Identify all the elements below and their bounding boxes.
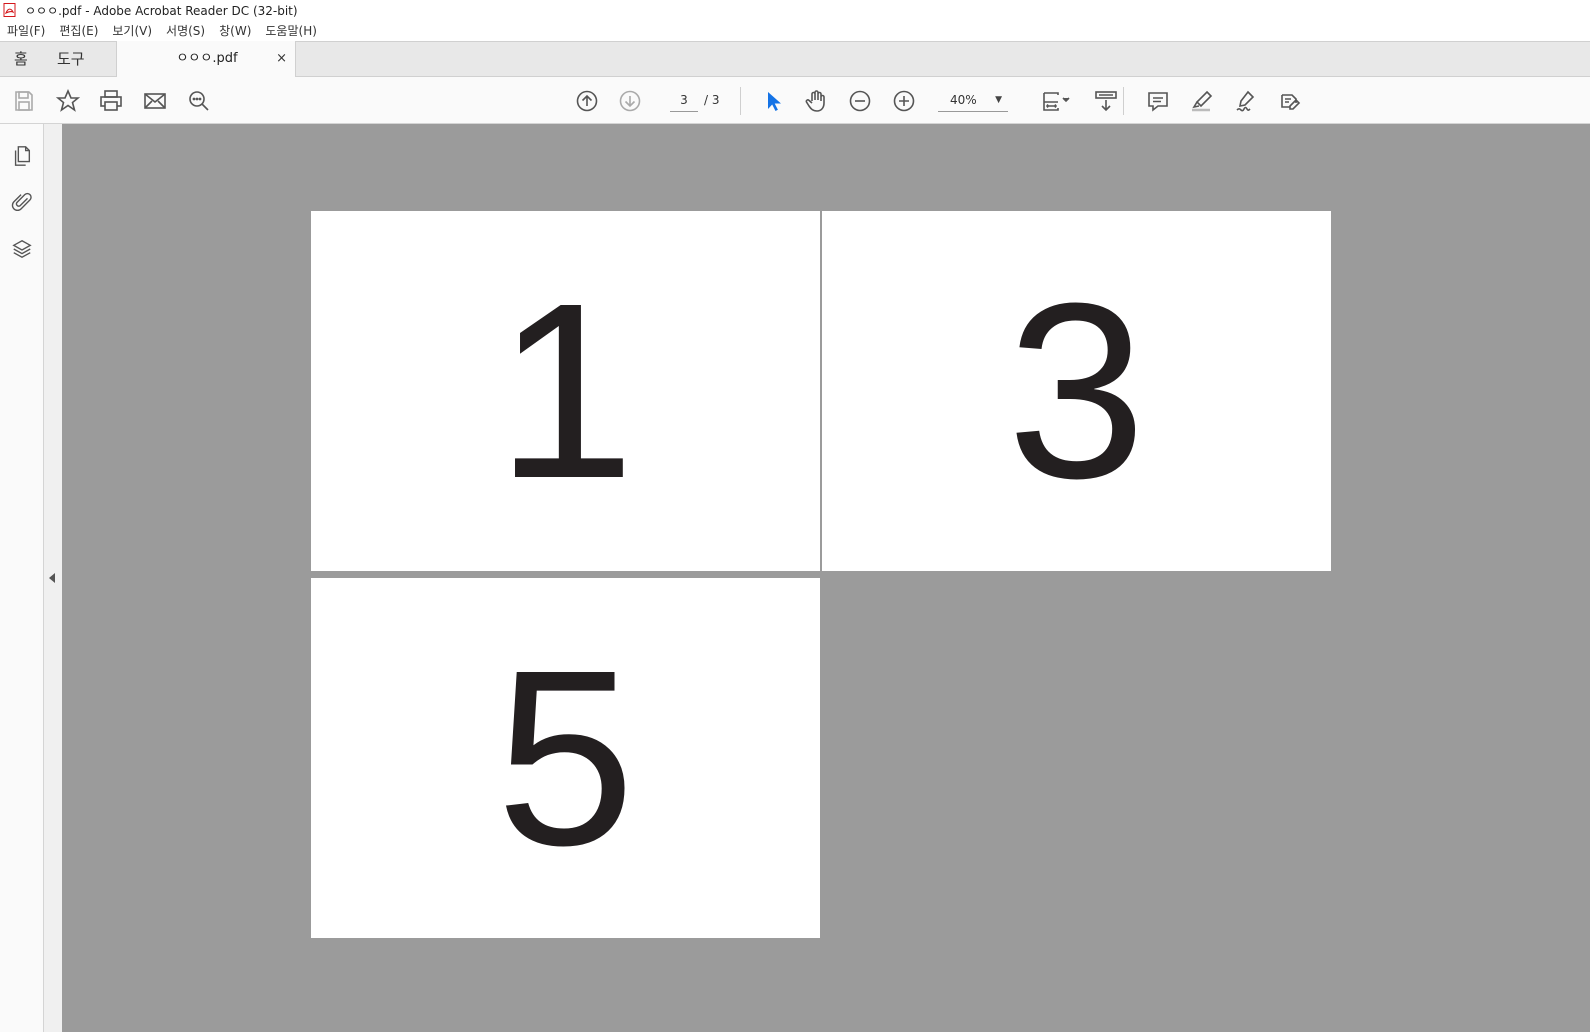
pane-splitter[interactable] xyxy=(44,124,62,1032)
print-button[interactable] xyxy=(97,87,125,115)
zoom-in-button[interactable] xyxy=(890,87,918,115)
sign-button[interactable] xyxy=(1232,87,1260,115)
menu-file[interactable]: 파일(F) xyxy=(0,22,52,39)
page-content-number: 3 xyxy=(1006,251,1147,530)
page-content-number: 5 xyxy=(495,618,636,897)
zoom-level-value: 40% xyxy=(950,93,977,107)
navigation-pane xyxy=(0,124,44,1032)
page-up-icon xyxy=(576,90,598,112)
scroll-mode-button[interactable] xyxy=(1092,87,1120,115)
tab-document[interactable]: ㅇㅇㅇ.pdf × xyxy=(116,41,296,77)
pages-thumbnails-icon xyxy=(14,146,31,166)
highlight-icon xyxy=(1192,90,1213,112)
previous-page-button[interactable] xyxy=(573,87,601,115)
toolbar: 3 / 3 40% ▼ xyxy=(0,77,1590,124)
print-icon xyxy=(100,90,122,111)
close-tab-button[interactable]: × xyxy=(276,41,287,77)
hand-icon xyxy=(805,90,825,112)
pdf-page: 1 xyxy=(311,211,820,571)
edit-fill-icon xyxy=(1281,94,1301,110)
pdf-page: 3 xyxy=(822,211,1331,571)
document-tab-label: ㅇㅇㅇ.pdf xyxy=(176,51,238,66)
bookmark-button[interactable] xyxy=(54,87,82,115)
title-bar: ㅇㅇㅇ.pdf - Adobe Acrobat Reader DC (32-bi… xyxy=(0,0,1590,20)
chevron-down-icon: ▼ xyxy=(995,95,1002,105)
page-number-input[interactable]: 3 xyxy=(670,88,698,112)
menu-bar: 파일(F) 편집(E) 보기(V) 서명(S) 창(W) 도움말(H) xyxy=(0,20,1590,41)
menu-sign[interactable]: 서명(S) xyxy=(159,22,212,39)
window-title: ㅇㅇㅇ.pdf - Adobe Acrobat Reader DC (32-bi… xyxy=(25,3,298,18)
collapse-pane-icon[interactable] xyxy=(49,573,55,583)
zoom-out-icon xyxy=(849,90,871,112)
fit-page-icon xyxy=(1043,92,1070,111)
save-icon xyxy=(15,91,33,111)
toolbar-divider xyxy=(1123,87,1124,115)
zoom-in-icon xyxy=(893,90,915,112)
page-content-number: 1 xyxy=(495,251,636,530)
email-button[interactable] xyxy=(141,87,169,115)
toolbar-divider xyxy=(740,87,741,115)
zoom-level-dropdown[interactable]: 40% ▼ xyxy=(938,88,1008,112)
next-page-button[interactable] xyxy=(616,87,644,115)
scroll-mode-icon xyxy=(1095,91,1117,112)
star-icon xyxy=(56,89,80,112)
select-tool-button[interactable] xyxy=(759,87,787,115)
comment-icon xyxy=(1148,92,1168,112)
fit-page-button[interactable] xyxy=(1036,87,1076,115)
select-arrow-icon xyxy=(768,92,781,111)
tab-tools[interactable]: 도구 xyxy=(57,42,85,76)
tab-home[interactable]: 홈 xyxy=(14,42,28,76)
attachments-icon xyxy=(11,192,32,212)
page-down-icon xyxy=(619,90,641,112)
comment-button[interactable] xyxy=(1144,87,1172,115)
sign-icon xyxy=(1236,90,1255,112)
search-icon xyxy=(189,91,209,111)
menu-help[interactable]: 도움말(H) xyxy=(258,22,324,39)
zoom-out-button[interactable] xyxy=(846,87,874,115)
pdf-page: 5 xyxy=(311,578,820,938)
document-canvas[interactable]: 1 3 5 xyxy=(62,124,1590,1032)
find-button[interactable] xyxy=(185,87,213,115)
attachments-button[interactable] xyxy=(8,188,36,216)
pdf-app-icon xyxy=(3,3,16,17)
hand-tool-button[interactable] xyxy=(802,87,830,115)
mail-icon xyxy=(144,93,166,109)
menu-view[interactable]: 보기(V) xyxy=(105,22,159,39)
menu-window[interactable]: 창(W) xyxy=(212,22,258,39)
layers-icon xyxy=(12,239,32,259)
menu-edit[interactable]: 편집(E) xyxy=(52,22,105,39)
tab-bar: 홈 도구 ㅇㅇㅇ.pdf × xyxy=(0,41,1590,77)
page-thumbnails-button[interactable] xyxy=(8,142,36,170)
layers-button[interactable] xyxy=(8,235,36,263)
fill-sign-button[interactable] xyxy=(1276,87,1304,115)
highlight-button[interactable] xyxy=(1188,87,1216,115)
save-button[interactable] xyxy=(10,87,38,115)
page-total: / 3 xyxy=(704,93,720,107)
